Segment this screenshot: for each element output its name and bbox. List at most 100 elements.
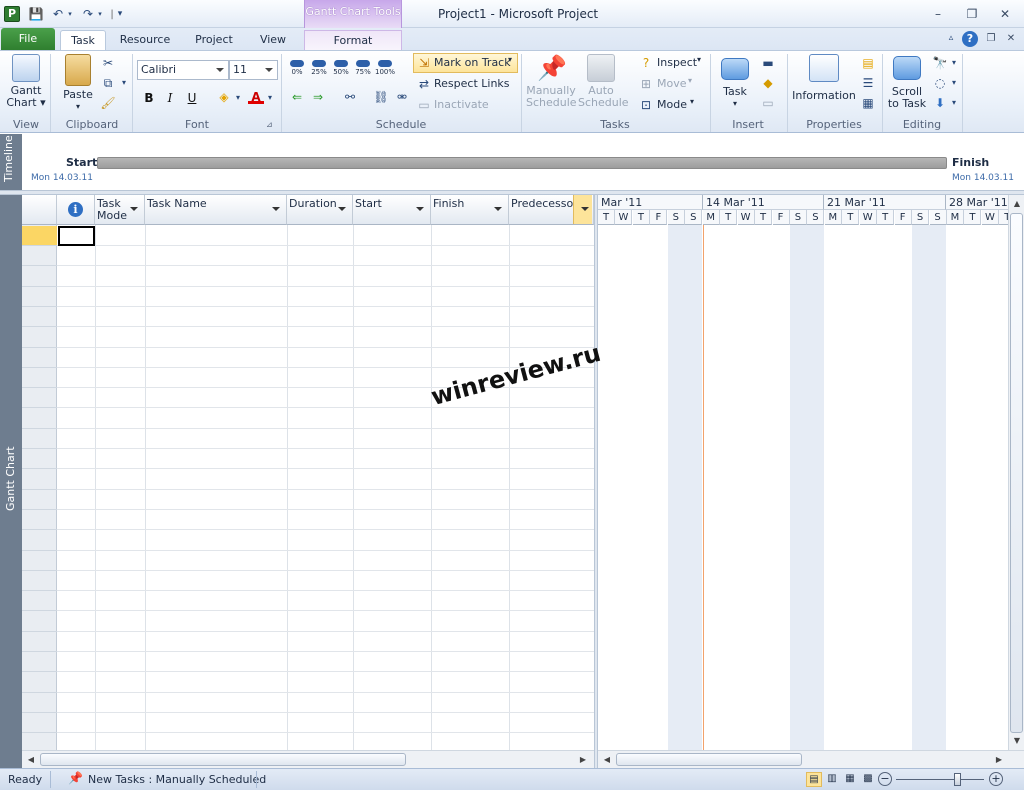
- information-button[interactable]: Information: [792, 54, 856, 102]
- minimize-button[interactable]: –: [927, 5, 949, 23]
- underline-button[interactable]: U: [184, 91, 200, 105]
- deliverable-icon[interactable]: ▭: [760, 96, 776, 110]
- tab-format[interactable]: Format: [304, 30, 402, 50]
- move-icon: ⊞: [640, 77, 652, 91]
- schedule-label: Schedule: [578, 96, 629, 109]
- split-task-icon[interactable]: ⚯: [342, 90, 358, 104]
- column-header-duration[interactable]: Duration: [287, 195, 353, 225]
- unlink-tasks-icon[interactable]: ⚮: [394, 90, 410, 104]
- inactivate-button[interactable]: ▭ Inactivate: [416, 97, 520, 113]
- move-button[interactable]: ⊞ Move ▾: [638, 76, 708, 92]
- insert-task-button[interactable]: Task ▾: [717, 54, 753, 110]
- status-new-tasks[interactable]: New Tasks : Manually Scheduled: [88, 773, 266, 786]
- clear-dropdown-icon[interactable]: ▾: [946, 76, 962, 90]
- timeline-bar[interactable]: [97, 157, 947, 169]
- restore-doc-icon[interactable]: ❐: [984, 33, 998, 47]
- active-cell[interactable]: [58, 226, 95, 246]
- grid-horizontal-scroll-thumb[interactable]: [40, 753, 406, 766]
- tab-project[interactable]: Project: [186, 30, 242, 50]
- add-to-timeline-icon[interactable]: ▦: [860, 96, 876, 110]
- help-icon[interactable]: ?: [962, 31, 978, 47]
- close-doc-icon[interactable]: ✕: [1004, 33, 1018, 47]
- duration-dropdown-icon: [338, 207, 346, 211]
- zoom-in-icon[interactable]: +: [989, 772, 1003, 786]
- gantt-view-shortcut-icon[interactable]: ▤: [806, 772, 822, 787]
- tab-file[interactable]: File: [1, 28, 55, 50]
- tab-view[interactable]: View: [252, 30, 294, 50]
- zoom-slider-thumb[interactable]: [954, 773, 961, 786]
- scroll-down-icon[interactable]: ▼: [1010, 734, 1024, 748]
- summary-icon[interactable]: ▬: [760, 56, 776, 70]
- font-size-combo[interactable]: 11: [229, 60, 278, 80]
- scroll-up-icon[interactable]: ▲: [1010, 197, 1024, 211]
- mode-button[interactable]: ⊡ Mode ▾: [638, 97, 708, 113]
- inspect-button[interactable]: ? Inspect ▾: [638, 55, 708, 71]
- copy-icon[interactable]: ⧉: [100, 76, 116, 90]
- percent-25-button[interactable]: 25%: [309, 58, 329, 80]
- find-dropdown-icon[interactable]: ▾: [946, 56, 962, 70]
- percent-0-button[interactable]: 0%: [287, 58, 307, 80]
- fill-dropdown-icon[interactable]: ▾: [946, 96, 962, 110]
- mark-on-track-button[interactable]: ⇲ Mark on Track ▾: [413, 53, 518, 73]
- ribbon-minimize-icon[interactable]: ▵: [944, 33, 958, 47]
- manually-schedule-button[interactable]: 📌 Manually Schedule: [526, 54, 577, 109]
- outdent-icon[interactable]: ⇐: [289, 90, 305, 104]
- cut-icon[interactable]: ✂: [100, 56, 116, 70]
- vertical-scroll-thumb[interactable]: [1010, 213, 1023, 733]
- scroll-left-icon[interactable]: ◀: [600, 753, 614, 767]
- paste-button[interactable]: Paste ▾: [58, 54, 98, 113]
- scroll-to-task-button[interactable]: Scroll to Task: [886, 54, 928, 110]
- select-all-corner[interactable]: [22, 195, 57, 225]
- column-header-indicators[interactable]: i: [57, 195, 95, 225]
- customize-qat-icon[interactable]: ▾: [112, 7, 128, 22]
- tab-resource[interactable]: Resource: [114, 30, 176, 50]
- indent-icon[interactable]: ⇒: [310, 90, 326, 104]
- background-color-dropdown-icon[interactable]: ▾: [230, 91, 246, 105]
- close-button[interactable]: ✕: [994, 5, 1016, 23]
- chart-horizontal-scroll-thumb[interactable]: [616, 753, 802, 766]
- selected-row-header[interactable]: [22, 226, 57, 245]
- notes-icon[interactable]: ▤: [860, 56, 876, 70]
- font-dialog-launcher-icon[interactable]: ⊿: [266, 120, 273, 129]
- respect-links-button[interactable]: ⇄ Respect Links: [416, 76, 520, 92]
- link-tasks-icon[interactable]: ⛓: [373, 90, 389, 104]
- zoom-out-icon[interactable]: −: [878, 772, 892, 786]
- scroll-right-icon[interactable]: ▶: [992, 753, 1006, 767]
- auto-schedule-button[interactable]: Auto Schedule: [578, 54, 629, 109]
- font-color-dropdown-icon[interactable]: ▾: [262, 91, 278, 105]
- team-planner-shortcut-icon[interactable]: ▦: [842, 772, 858, 787]
- gantt-chart-button[interactable]: Gantt Chart ▾: [6, 54, 46, 109]
- column-header-start[interactable]: Start: [353, 195, 431, 225]
- column-header-task-name[interactable]: Task Name: [145, 195, 287, 225]
- row-header-line: [22, 631, 57, 632]
- percent-100-button[interactable]: 100%: [375, 58, 395, 80]
- chart-horizontal-scrollbar[interactable]: ◀ ▶: [598, 750, 1024, 768]
- task-usage-shortcut-icon[interactable]: ▥: [824, 772, 840, 787]
- scroll-left-icon[interactable]: ◀: [24, 753, 38, 767]
- percent-50-button[interactable]: 50%: [331, 58, 351, 80]
- milestone-icon[interactable]: ◆: [760, 76, 776, 90]
- app-logo-icon[interactable]: P: [4, 6, 20, 22]
- status-bar: Ready 📌 New Tasks : Manually Scheduled ▤…: [0, 768, 1024, 790]
- zoom-slider-track[interactable]: [896, 779, 984, 780]
- details-icon[interactable]: ☰: [860, 76, 876, 90]
- resource-sheet-shortcut-icon[interactable]: ▩: [860, 772, 876, 787]
- copy-dropdown-icon[interactable]: ▾: [116, 76, 132, 90]
- bold-button[interactable]: B: [141, 91, 157, 105]
- scroll-right-icon[interactable]: ▶: [576, 753, 590, 767]
- column-header-predecessors[interactable]: Predecessors: [509, 195, 594, 225]
- font-family-combo[interactable]: Calibri: [137, 60, 229, 80]
- column-header-task-mode[interactable]: Task Mode: [95, 195, 145, 225]
- grid-horizontal-scrollbar[interactable]: ◀ ▶: [22, 750, 594, 768]
- tab-task[interactable]: Task: [60, 30, 106, 50]
- gantt-chart-area[interactable]: Mar '11 14 Mar '11 21 Mar '11 28 Mar '11…: [598, 195, 1008, 750]
- vertical-scrollbar[interactable]: ▲ ▼: [1008, 195, 1024, 750]
- italic-button[interactable]: I: [162, 91, 178, 105]
- restore-button[interactable]: ❐: [961, 5, 983, 23]
- percent-75-button[interactable]: 75%: [353, 58, 373, 80]
- column-header-finish[interactable]: Finish: [431, 195, 509, 225]
- undo-dropdown-icon[interactable]: ▾: [62, 7, 78, 22]
- row-header-line: [22, 428, 57, 429]
- format-painter-icon[interactable]: 🖌: [100, 96, 116, 110]
- save-icon[interactable]: 💾: [28, 7, 44, 22]
